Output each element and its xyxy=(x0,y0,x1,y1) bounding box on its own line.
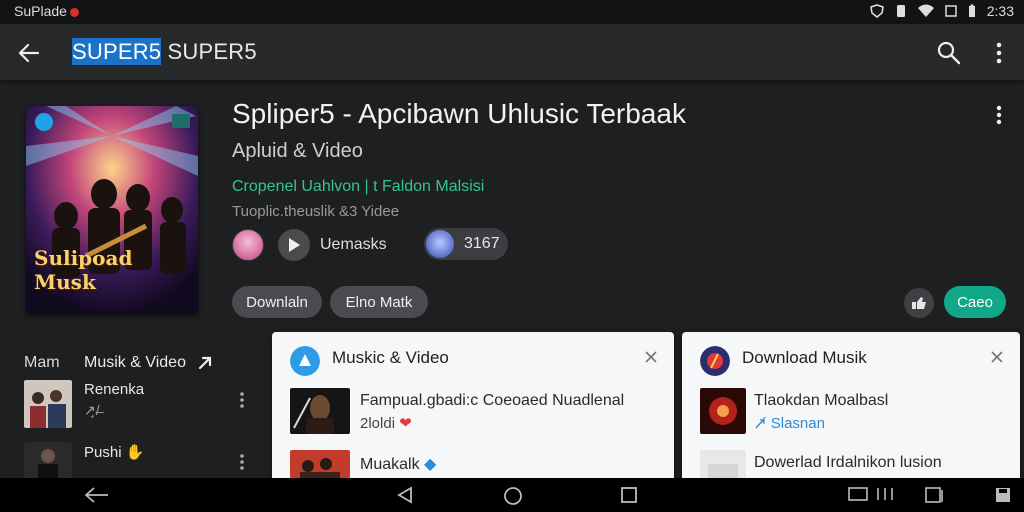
nav-recents-icon[interactable] xyxy=(620,486,638,504)
listener-count: 3167 xyxy=(464,235,500,252)
status-bar: SuPlade 2:33 xyxy=(0,0,1024,24)
list-item[interactable]: Renenka ↗̧/̶ xyxy=(24,380,254,432)
heart-icon[interactable]: ❤ xyxy=(399,415,412,432)
elno-button[interactable]: Elno Matk xyxy=(330,286,428,318)
album-title: Spliper5 - Apcibawn Uhlusic Terbaak xyxy=(232,98,686,129)
listener-avatar xyxy=(426,230,454,258)
list-item-more-icon[interactable] xyxy=(238,390,246,410)
card-item-subtitle: ↗̸ Slasnan xyxy=(754,415,825,432)
battery-icon xyxy=(968,4,975,17)
card-item-title: Muakalk ◆ xyxy=(360,454,436,474)
hand-icon: ✋ xyxy=(125,444,145,461)
album-meta: Tuoplic.theuslik &3 Yidee xyxy=(232,203,400,220)
notification-dot-icon xyxy=(69,7,79,17)
overflow-menu-icon[interactable] xyxy=(988,40,1010,66)
list-item-thumbnail xyxy=(24,380,72,428)
card-item-thumbnail xyxy=(290,388,350,434)
card-title: Download Musik xyxy=(742,348,867,367)
card-item-title: Tlaokdan Moalbasl xyxy=(754,392,889,409)
card-app-icon xyxy=(700,346,730,376)
search-query[interactable]: SUPER5 SUPER5 xyxy=(72,38,257,65)
nav-home-icon[interactable] xyxy=(503,486,523,506)
list-item-title: Pushi ✋ xyxy=(84,443,144,461)
download-musik-card[interactable]: Download Musik Tlaokdan Moalbasl ↗̸ Slas… xyxy=(682,332,1020,482)
card-item-title-text: Muakalk xyxy=(360,456,420,473)
thumb-button[interactable] xyxy=(904,288,934,318)
card-item-subtitle: 2loldi ❤ xyxy=(360,414,412,432)
card-item-title: Fampual.gbadi:c Coeoaed Nuadlenal xyxy=(360,392,625,409)
status-app-label: SuPlade xyxy=(14,3,79,19)
album-subtitle: Apluid & Video xyxy=(232,140,363,162)
list-item-title-text: Pushi xyxy=(84,444,122,461)
vibrate-icon xyxy=(896,5,905,17)
close-icon[interactable] xyxy=(990,350,1004,364)
thumbs-icon xyxy=(912,297,926,309)
play-button[interactable] xyxy=(278,229,310,261)
list-item-subtitle: ↗̧/̶ xyxy=(84,402,100,418)
close-icon[interactable] xyxy=(644,350,658,364)
alarm-icon xyxy=(945,5,957,17)
back-arrow-icon[interactable] xyxy=(16,40,42,66)
search-icon[interactable] xyxy=(936,40,962,66)
card-title: Muskic & Video xyxy=(332,348,449,367)
app-bar: SUPER5 SUPER5 xyxy=(0,24,1024,80)
nav-back-icon[interactable] xyxy=(84,486,110,504)
status-app-text: SuPlade xyxy=(14,3,67,19)
query-rest: SUPER5 xyxy=(161,39,257,64)
download-button[interactable]: Downlaln xyxy=(232,286,322,318)
multiwindow-icon[interactable] xyxy=(920,486,946,504)
card-item-thumbnail xyxy=(700,388,746,434)
primary-action-button[interactable]: Caeo xyxy=(944,286,1006,318)
music-video-card[interactable]: Muskic & Video Fampual.gbadi:c Coeoaed N… xyxy=(272,332,674,482)
header-more-icon[interactable] xyxy=(990,104,1008,126)
album-artist-link[interactable]: Cropenel Uahlvon | t Faldon Malsisi xyxy=(232,178,484,196)
navigation-bar xyxy=(0,478,1024,512)
window-icon[interactable] xyxy=(876,486,894,502)
card-item-title: Dowerlad Irdalnikon lusion xyxy=(754,454,942,471)
album-cover[interactable]: Sulipoad Musk xyxy=(26,106,198,314)
listeners-chip[interactable]: 3167 xyxy=(424,228,508,260)
play-icon xyxy=(289,238,300,252)
expand-arrow-icon[interactable] xyxy=(196,354,214,372)
save-icon[interactable] xyxy=(994,486,1012,504)
artist-avatar[interactable] xyxy=(232,229,264,261)
nav-triangle-back-icon[interactable] xyxy=(396,486,414,504)
card-item-sub-text: 2loldi xyxy=(360,415,396,432)
list-section-title: Musik & Video xyxy=(84,354,186,371)
list-section-label: Mam xyxy=(24,354,60,371)
list-item-more-icon[interactable] xyxy=(238,452,246,472)
artist-name[interactable]: Uemasks xyxy=(320,236,387,254)
list-item-title: Renenka xyxy=(84,381,145,398)
verified-icon: ◆ xyxy=(424,456,437,473)
wifi-icon xyxy=(917,4,934,17)
selected-text: SUPER5 xyxy=(72,38,162,65)
status-icons: 2:33 xyxy=(869,3,1014,19)
clock: 2:33 xyxy=(986,3,1014,19)
screenshot-icon[interactable] xyxy=(848,486,868,502)
cover-title: Sulipoad Musk xyxy=(34,246,133,294)
shield-icon xyxy=(869,4,884,18)
artist-row: Uemasks xyxy=(232,228,387,262)
card-app-icon xyxy=(290,346,320,376)
